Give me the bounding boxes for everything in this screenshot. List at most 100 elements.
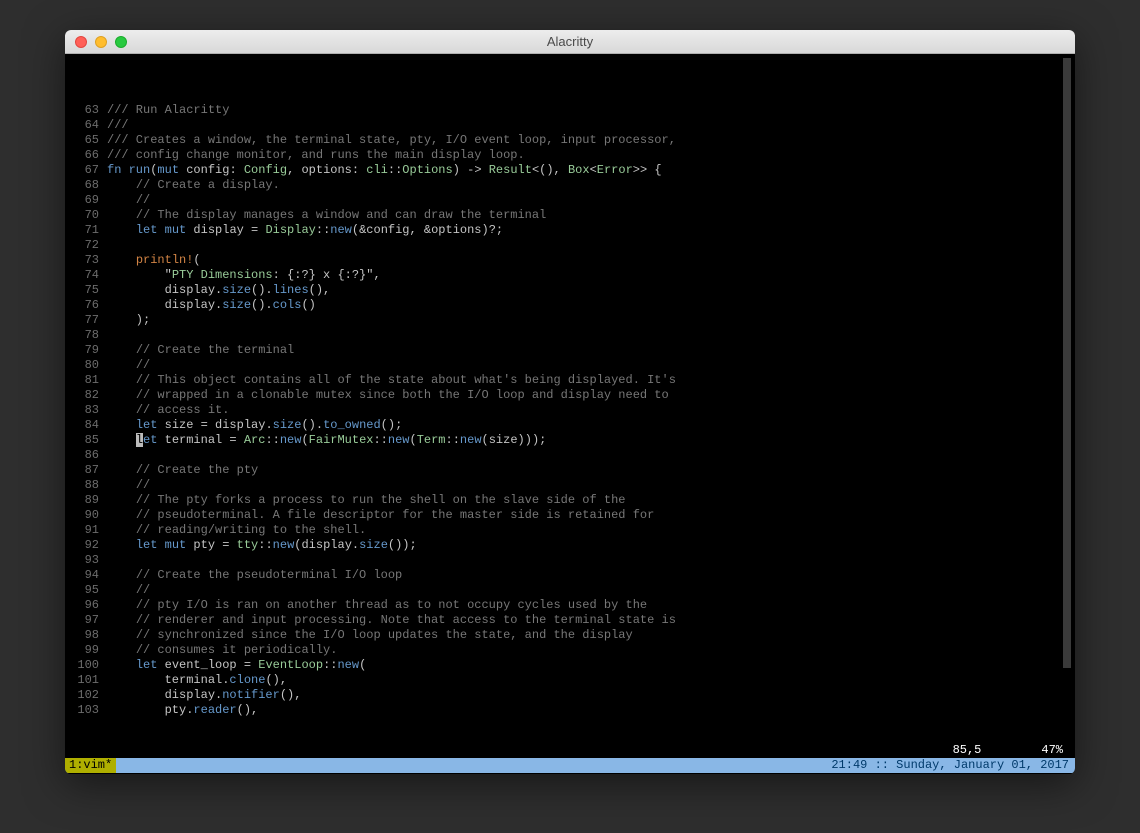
line-number: 71 — [71, 223, 107, 238]
tmux-clock: 21:49 :: Sunday, January 01, 2017 — [825, 758, 1075, 773]
code-line[interactable]: 68 // Create a display. — [71, 178, 1069, 193]
window-title: Alacritty — [65, 34, 1075, 49]
code-line[interactable]: 86 — [71, 448, 1069, 463]
code-line[interactable]: 89 // The pty forks a process to run the… — [71, 493, 1069, 508]
traffic-lights — [75, 36, 127, 48]
close-icon[interactable] — [75, 36, 87, 48]
code-text: let terminal = Arc::new(FairMutex::new(T… — [107, 433, 1069, 448]
line-number: 73 — [71, 253, 107, 268]
line-number: 88 — [71, 478, 107, 493]
vim-status-line: 85,5 47% — [65, 743, 1075, 758]
line-number: 69 — [71, 193, 107, 208]
code-line[interactable]: 81 // This object contains all of the st… — [71, 373, 1069, 388]
line-number: 75 — [71, 283, 107, 298]
code-text — [107, 238, 1069, 253]
code-line[interactable]: 84 let size = display.size().to_owned(); — [71, 418, 1069, 433]
code-text: println!( — [107, 253, 1069, 268]
line-number: 91 — [71, 523, 107, 538]
code-text — [107, 328, 1069, 343]
line-number: 80 — [71, 358, 107, 373]
line-number: 97 — [71, 613, 107, 628]
code-line[interactable]: 92 let mut pty = tty::new(display.size()… — [71, 538, 1069, 553]
line-number: 95 — [71, 583, 107, 598]
code-line[interactable]: 75 display.size().lines(), — [71, 283, 1069, 298]
code-area[interactable]: 63/// Run Alacritty64///65/// Creates a … — [71, 103, 1069, 718]
code-text: ); — [107, 313, 1069, 328]
code-line[interactable]: 65/// Creates a window, the terminal sta… — [71, 133, 1069, 148]
scrollbar[interactable] — [1063, 58, 1071, 668]
code-line[interactable]: 70 // The display manages a window and c… — [71, 208, 1069, 223]
code-text: // This object contains all of the state… — [107, 373, 1069, 388]
code-line[interactable]: 85 let terminal = Arc::new(FairMutex::ne… — [71, 433, 1069, 448]
line-number: 68 — [71, 178, 107, 193]
code-line[interactable]: 80 // — [71, 358, 1069, 373]
code-line[interactable]: 71 let mut display = Display::new(&confi… — [71, 223, 1069, 238]
code-text: display.size().cols() — [107, 298, 1069, 313]
line-number: 83 — [71, 403, 107, 418]
code-line[interactable]: 69 // — [71, 193, 1069, 208]
code-line[interactable]: 73 println!( — [71, 253, 1069, 268]
terminal-viewport[interactable]: 63/// Run Alacritty64///65/// Creates a … — [65, 54, 1075, 774]
code-text: display.size().lines(), — [107, 283, 1069, 298]
code-text: // renderer and input processing. Note t… — [107, 613, 1069, 628]
zoom-icon[interactable] — [115, 36, 127, 48]
code-line[interactable]: 91 // reading/writing to the shell. — [71, 523, 1069, 538]
code-text: terminal.clone(), — [107, 673, 1069, 688]
titlebar[interactable]: Alacritty — [65, 30, 1075, 54]
line-number: 76 — [71, 298, 107, 313]
code-line[interactable]: 64/// — [71, 118, 1069, 133]
code-line[interactable]: 100 let event_loop = EventLoop::new( — [71, 658, 1069, 673]
code-text — [107, 553, 1069, 568]
code-line[interactable]: 83 // access it. — [71, 403, 1069, 418]
line-number: 93 — [71, 553, 107, 568]
code-line[interactable]: 96 // pty I/O is ran on another thread a… — [71, 598, 1069, 613]
code-line[interactable]: 99 // consumes it periodically. — [71, 643, 1069, 658]
line-number: 79 — [71, 343, 107, 358]
code-text: // Create a display. — [107, 178, 1069, 193]
line-number: 66 — [71, 148, 107, 163]
code-line[interactable]: 101 terminal.clone(), — [71, 673, 1069, 688]
code-text: /// — [107, 118, 1069, 133]
code-text: let event_loop = EventLoop::new( — [107, 658, 1069, 673]
line-number: 101 — [71, 673, 107, 688]
code-line[interactable]: 88 // — [71, 478, 1069, 493]
app-window: Alacritty 63/// Run Alacritty64///65/// … — [65, 30, 1075, 774]
tmux-status-bar: 1:vim* 21:49 :: Sunday, January 01, 2017 — [65, 758, 1075, 773]
code-line[interactable]: 82 // wrapped in a clonable mutex since … — [71, 388, 1069, 403]
code-line[interactable]: 97 // renderer and input processing. Not… — [71, 613, 1069, 628]
code-line[interactable]: 67fn run(mut config: Config, options: cl… — [71, 163, 1069, 178]
line-number: 67 — [71, 163, 107, 178]
code-text: // Create the pseudoterminal I/O loop — [107, 568, 1069, 583]
code-text: // The display manages a window and can … — [107, 208, 1069, 223]
minimize-icon[interactable] — [95, 36, 107, 48]
code-line[interactable]: 98 // synchronized since the I/O loop up… — [71, 628, 1069, 643]
code-text: // — [107, 193, 1069, 208]
line-number: 65 — [71, 133, 107, 148]
line-number: 82 — [71, 388, 107, 403]
code-line[interactable]: 90 // pseudoterminal. A file descriptor … — [71, 508, 1069, 523]
code-line[interactable]: 66/// config change monitor, and runs th… — [71, 148, 1069, 163]
code-line[interactable]: 87 // Create the pty — [71, 463, 1069, 478]
code-line[interactable]: 93 — [71, 553, 1069, 568]
line-number: 102 — [71, 688, 107, 703]
code-line[interactable]: 94 // Create the pseudoterminal I/O loop — [71, 568, 1069, 583]
code-line[interactable]: 95 // — [71, 583, 1069, 598]
code-text: // — [107, 583, 1069, 598]
code-line[interactable]: 74 "PTY Dimensions: {:?} x {:?}", — [71, 268, 1069, 283]
code-line[interactable]: 72 — [71, 238, 1069, 253]
code-line[interactable]: 103 pty.reader(), — [71, 703, 1069, 718]
line-number: 85 — [71, 433, 107, 448]
code-text: // Create the pty — [107, 463, 1069, 478]
code-line[interactable]: 102 display.notifier(), — [71, 688, 1069, 703]
line-number: 98 — [71, 628, 107, 643]
code-text: // — [107, 358, 1069, 373]
code-line[interactable]: 79 // Create the terminal — [71, 343, 1069, 358]
scroll-percent: 47% — [1041, 743, 1063, 758]
code-line[interactable]: 78 — [71, 328, 1069, 343]
code-text: display.notifier(), — [107, 688, 1069, 703]
code-line[interactable]: 77 ); — [71, 313, 1069, 328]
code-text: // consumes it periodically. — [107, 643, 1069, 658]
code-line[interactable]: 63/// Run Alacritty — [71, 103, 1069, 118]
tmux-window-tab[interactable]: 1:vim* — [65, 758, 116, 773]
code-line[interactable]: 76 display.size().cols() — [71, 298, 1069, 313]
